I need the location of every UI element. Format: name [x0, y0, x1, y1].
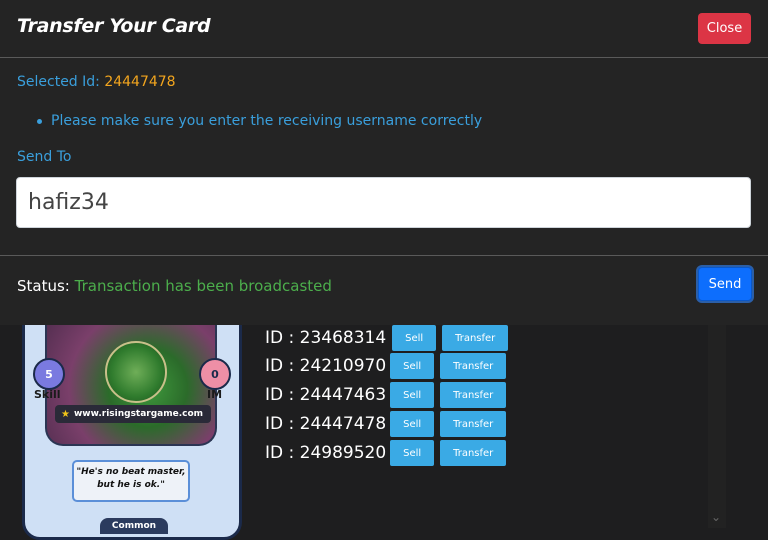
- sell-button[interactable]: Sell: [390, 382, 435, 408]
- im-value: 0: [211, 367, 219, 381]
- card-image: ★ www.risingstargame.com 5 0 Skill IM "H…: [22, 300, 242, 540]
- selected-id-value: 24447478: [104, 74, 176, 90]
- sell-button[interactable]: Sell: [390, 440, 435, 466]
- transfer-button[interactable]: Transfer: [440, 440, 507, 466]
- skill-badge: 5: [33, 358, 65, 390]
- selected-id-line: Selected Id: 24447478: [17, 74, 176, 90]
- id-label: ID : 24210970: [265, 356, 387, 376]
- transfer-button[interactable]: Transfer: [440, 382, 507, 408]
- card-rarity: Common: [100, 518, 168, 534]
- drum-icon: [105, 341, 167, 403]
- card-site-text: www.risingstargame.com: [73, 409, 204, 419]
- modal-title: Transfer Your Card: [17, 15, 211, 37]
- bullet-icon: [37, 118, 42, 124]
- sell-button[interactable]: Sell: [390, 353, 435, 379]
- card-quote: "He's no beat master, but he is ok.": [72, 460, 190, 502]
- status-label: Status:: [17, 277, 70, 295]
- modal-footer: Status: Transaction has been broadcasted…: [0, 255, 768, 325]
- close-button[interactable]: Close: [698, 13, 751, 44]
- id-label: ID : 24447463: [265, 385, 387, 405]
- id-row: ID : 23468314 Sell Transfer: [265, 325, 509, 351]
- id-row: ID : 24447478 Sell Transfer: [265, 411, 507, 437]
- skill-label: Skill: [34, 388, 61, 401]
- status-line: Status: Transaction has been broadcasted: [17, 277, 332, 295]
- skill-value: 5: [45, 367, 53, 381]
- sell-button[interactable]: Sell: [392, 325, 437, 351]
- transfer-button[interactable]: Transfer: [442, 325, 509, 351]
- warning-note-text: Please make sure you enter the receiving…: [51, 113, 483, 129]
- send-button[interactable]: Send: [698, 267, 752, 301]
- id-label: ID : 23468314: [265, 328, 387, 348]
- status-value: Transaction has been broadcasted: [74, 277, 332, 295]
- send-to-input[interactable]: [16, 177, 751, 228]
- transfer-button[interactable]: Transfer: [440, 353, 507, 379]
- im-label: IM: [207, 388, 223, 401]
- modal-header: Transfer Your Card Close: [0, 0, 768, 58]
- im-badge: 0: [199, 358, 231, 390]
- send-to-label: Send To: [17, 149, 72, 165]
- id-row: ID : 24989520 Sell Transfer: [265, 440, 507, 466]
- card-site-strip: ★ www.risingstargame.com: [55, 405, 211, 423]
- id-row: ID : 24210970 Sell Transfer: [265, 353, 507, 379]
- transfer-button[interactable]: Transfer: [440, 411, 507, 437]
- warning-note: Please make sure you enter the receiving…: [37, 113, 482, 129]
- id-label: ID : 24447478: [265, 414, 387, 434]
- list-scrollbar[interactable]: [708, 325, 726, 528]
- star-icon: ★: [61, 408, 70, 420]
- id-label: ID : 24989520: [265, 443, 387, 463]
- sell-button[interactable]: Sell: [390, 411, 435, 437]
- id-row: ID : 24447463 Sell Transfer: [265, 382, 507, 408]
- transfer-modal: Transfer Your Card Close Selected Id: 24…: [0, 0, 768, 325]
- selected-id-label: Selected Id:: [17, 74, 100, 90]
- chevron-down-icon[interactable]: ⌄: [711, 510, 721, 524]
